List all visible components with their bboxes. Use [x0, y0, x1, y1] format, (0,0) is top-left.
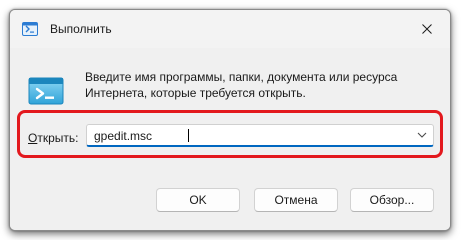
open-label: Открыть: — [28, 131, 78, 145]
open-combobox[interactable]: gpedit.msc — [86, 124, 434, 147]
button-bar: OK Отмена Обзор... — [10, 170, 450, 230]
open-input[interactable]: gpedit.msc — [94, 129, 152, 143]
cancel-button[interactable]: Отмена — [254, 188, 338, 212]
browse-button[interactable]: Обзор... — [350, 188, 434, 212]
open-label-text: ткрыть: — [37, 131, 79, 145]
dialog-content: Введите имя программы, папки, документа … — [10, 48, 450, 230]
open-label-accelerator: О — [28, 131, 38, 145]
close-icon — [422, 24, 432, 34]
window-title: Выполнить — [50, 22, 112, 36]
close-button[interactable] — [404, 10, 450, 48]
run-dialog-window: Выполнить Введите имя программы, папки, … — [9, 9, 451, 231]
text-caret — [188, 129, 189, 142]
run-app-icon — [22, 22, 38, 36]
chevron-down-icon[interactable] — [417, 131, 427, 139]
ok-button[interactable]: OK — [156, 188, 240, 212]
title-bar[interactable]: Выполнить — [10, 10, 450, 48]
run-program-icon — [28, 77, 64, 105]
dialog-description: Введите имя программы, папки, документа … — [85, 70, 398, 100]
